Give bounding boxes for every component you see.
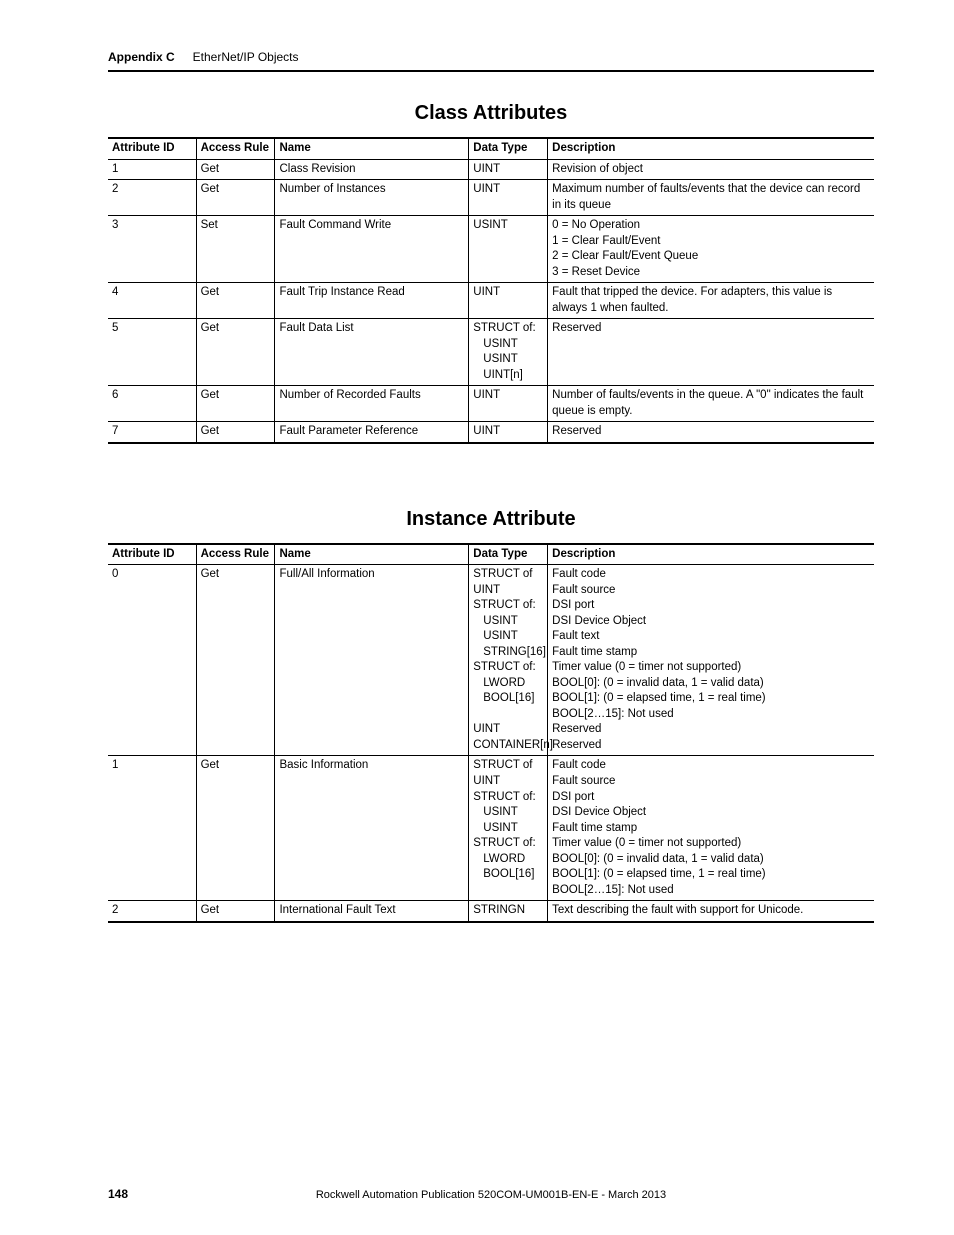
cell-data-type: UINT [469,386,548,422]
col-description: Description [548,544,874,565]
cell-access-rule: Get [196,565,275,756]
cell-data-type: USINT [469,216,548,283]
cell-attribute-id: 7 [108,422,196,443]
cell-name: International Fault Text [275,901,469,922]
col-name: Name [275,544,469,565]
cell-access-rule: Get [196,386,275,422]
cell-attribute-id: 3 [108,216,196,283]
cell-access-rule: Get [196,180,275,216]
publication-info: Rockwell Automation Publication 520COM-U… [148,1189,834,1201]
cell-attribute-id: 4 [108,283,196,319]
cell-description: Text describing the fault with support f… [548,901,874,922]
col-data-type: Data Type [469,138,548,159]
cell-description: Revision of object [548,159,874,180]
cell-description: Number of faults/events in the queue. A … [548,386,874,422]
cell-description: Fault codeFault sourceDSI portDSI Device… [548,756,874,901]
table-row: 1GetClass RevisionUINTRevision of object [108,159,874,180]
col-data-type: Data Type [469,544,548,565]
table-row: 2GetNumber of InstancesUINTMaximum numbe… [108,180,874,216]
col-name: Name [275,138,469,159]
class-attributes-table: Attribute ID Access Rule Name Data Type … [108,137,874,444]
cell-access-rule: Get [196,756,275,901]
cell-description: Fault that tripped the device. For adapt… [548,283,874,319]
cell-data-type: STRUCT of UINTSTRUCT of:USINTUSINTSTRING… [469,565,548,756]
cell-attribute-id: 0 [108,565,196,756]
cell-data-type: UINT [469,422,548,443]
cell-name: Fault Command Write [275,216,469,283]
cell-description: Maximum number of faults/events that the… [548,180,874,216]
cell-data-type: STRINGN [469,901,548,922]
cell-data-type: UINT [469,180,548,216]
cell-description: Reserved [548,319,874,386]
cell-access-rule: Set [196,216,275,283]
table-row: 6GetNumber of Recorded FaultsUINTNumber … [108,386,874,422]
table-row: 1GetBasic InformationSTRUCT of UINTSTRUC… [108,756,874,901]
table-row: 7GetFault Parameter ReferenceUINTReserve… [108,422,874,443]
cell-access-rule: Get [196,901,275,922]
cell-data-type: UINT [469,159,548,180]
chapter-label: EtherNet/IP Objects [193,50,299,64]
section-title-class-attributes: Class Attributes [108,102,874,125]
cell-attribute-id: 1 [108,756,196,901]
page-footer: 148 Rockwell Automation Publication 520C… [108,1187,874,1201]
cell-description: 0 = No Operation1 = Clear Fault/Event2 =… [548,216,874,283]
table-row: 3SetFault Command WriteUSINT0 = No Opera… [108,216,874,283]
cell-description: Reserved [548,422,874,443]
cell-name: Full/All Information [275,565,469,756]
cell-name: Class Revision [275,159,469,180]
cell-access-rule: Get [196,283,275,319]
cell-access-rule: Get [196,422,275,443]
table-row: 5GetFault Data ListSTRUCT of:USINTUSINTU… [108,319,874,386]
cell-name: Fault Parameter Reference [275,422,469,443]
table-header-row: Attribute ID Access Rule Name Data Type … [108,544,874,565]
cell-access-rule: Get [196,319,275,386]
col-attribute-id: Attribute ID [108,544,196,565]
cell-name: Number of Instances [275,180,469,216]
cell-name: Number of Recorded Faults [275,386,469,422]
section-title-instance-attribute: Instance Attribute [108,508,874,531]
cell-attribute-id: 2 [108,901,196,922]
cell-description: Fault codeFault sourceDSI portDSI Device… [548,565,874,756]
instance-attribute-table: Attribute ID Access Rule Name Data Type … [108,543,874,923]
col-description: Description [548,138,874,159]
cell-name: Basic Information [275,756,469,901]
page-header: Appendix C EtherNet/IP Objects [108,50,874,72]
col-attribute-id: Attribute ID [108,138,196,159]
cell-data-type: STRUCT of:USINTUSINTUINT[n] [469,319,548,386]
col-access-rule: Access Rule [196,544,275,565]
cell-name: Fault Trip Instance Read [275,283,469,319]
cell-attribute-id: 2 [108,180,196,216]
table-row: 4GetFault Trip Instance ReadUINTFault th… [108,283,874,319]
table-row: 0GetFull/All InformationSTRUCT of UINTST… [108,565,874,756]
cell-attribute-id: 6 [108,386,196,422]
table-header-row: Attribute ID Access Rule Name Data Type … [108,138,874,159]
cell-attribute-id: 5 [108,319,196,386]
appendix-label: Appendix C [108,50,175,64]
cell-name: Fault Data List [275,319,469,386]
cell-attribute-id: 1 [108,159,196,180]
cell-access-rule: Get [196,159,275,180]
col-access-rule: Access Rule [196,138,275,159]
table-row: 2GetInternational Fault TextSTRINGNText … [108,901,874,922]
page-number: 148 [108,1187,148,1201]
cell-data-type: STRUCT of UINTSTRUCT of:USINTUSINTSTRUCT… [469,756,548,901]
cell-data-type: UINT [469,283,548,319]
